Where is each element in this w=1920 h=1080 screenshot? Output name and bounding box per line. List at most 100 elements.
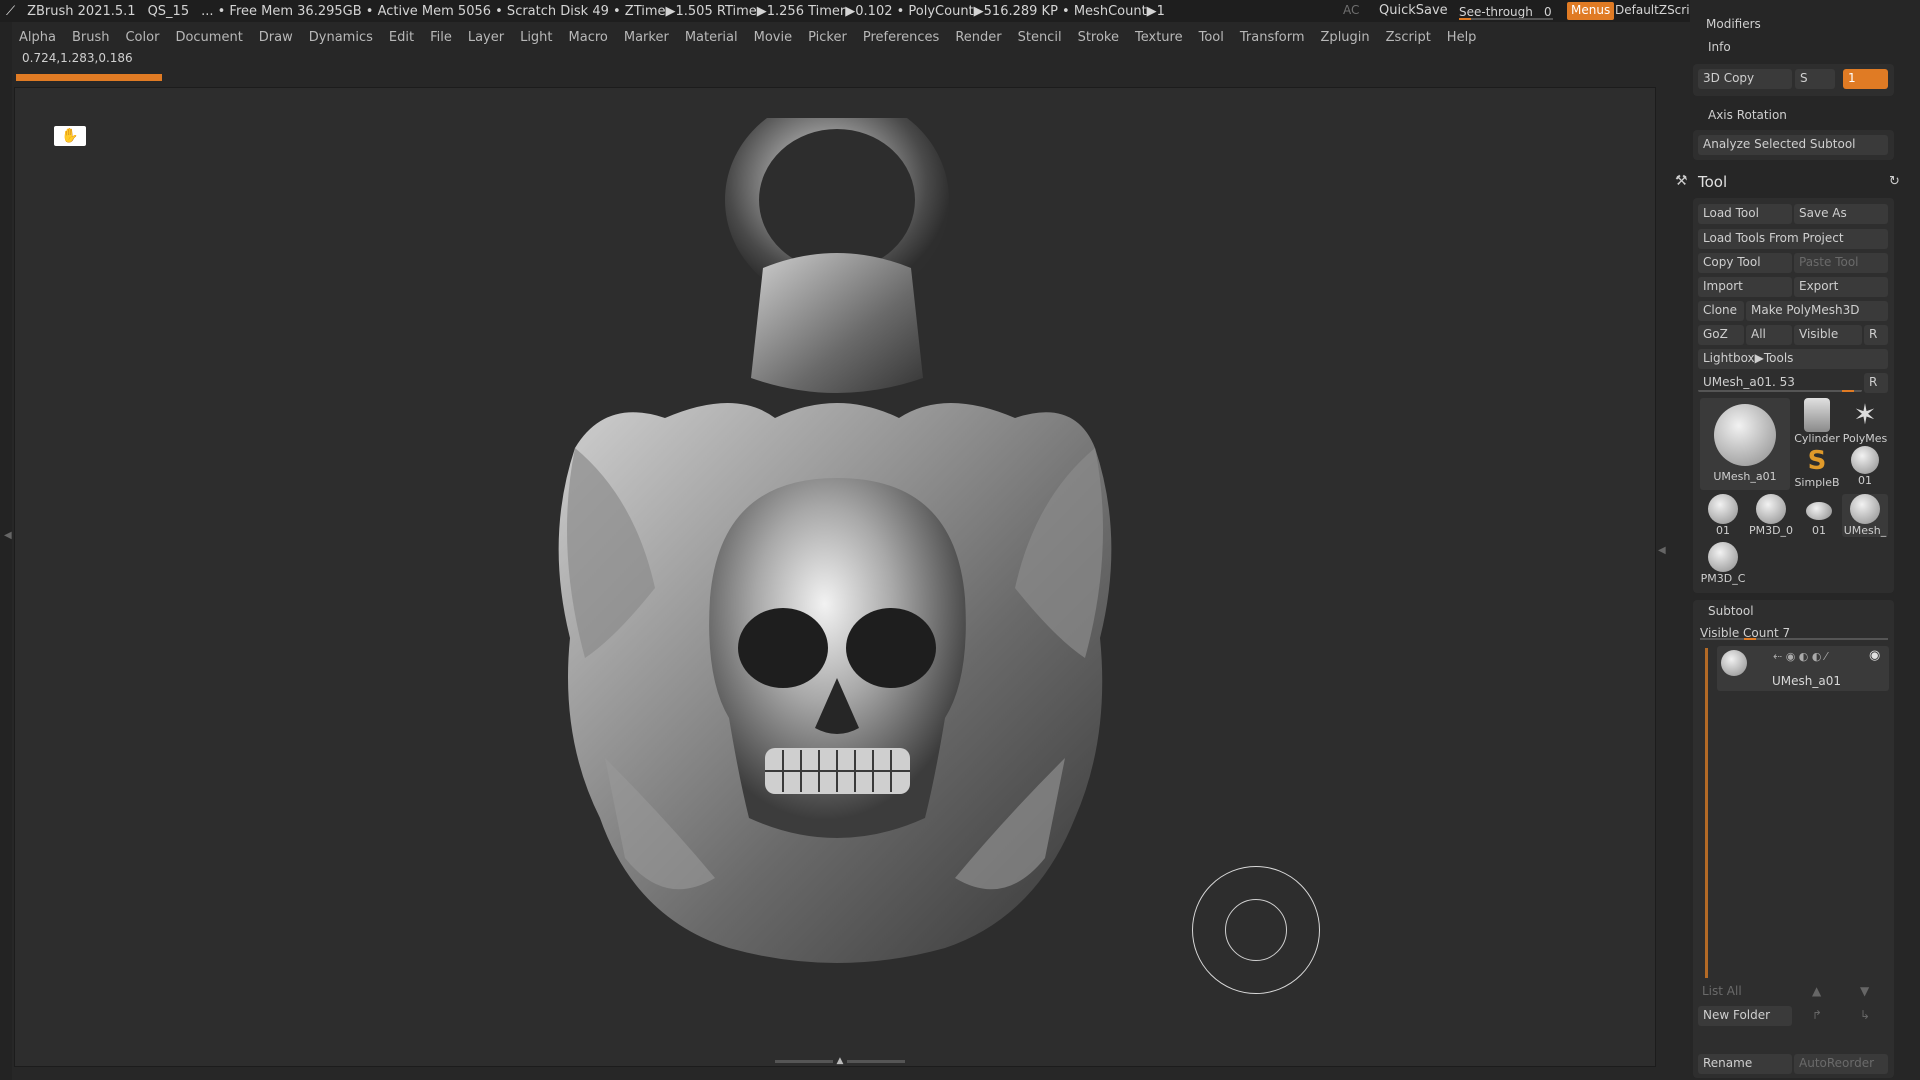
menu-document[interactable]: Document — [168, 30, 251, 45]
goz-r-button[interactable]: R — [1864, 325, 1888, 345]
skull-thumb-icon — [1850, 494, 1880, 524]
menu-draw[interactable]: Draw — [252, 30, 302, 45]
quicksave-button[interactable]: QuickSave — [1379, 3, 1448, 18]
thumb-label: SimpleB — [1794, 476, 1840, 489]
refresh-icon[interactable]: ↻ — [1889, 174, 1900, 189]
s-field-label: S — [1795, 69, 1835, 89]
visible-count-slider[interactable]: Visible Count 7 — [1700, 622, 1888, 640]
menu-zplugin[interactable]: Zplugin — [1314, 30, 1379, 45]
thumb-label: 01 — [1716, 524, 1730, 537]
eye-icon[interactable]: ◉ — [1869, 648, 1880, 663]
menu-material[interactable]: Material — [678, 30, 747, 45]
load-tool-button[interactable]: Load Tool — [1698, 204, 1792, 224]
menu-color[interactable]: Color — [118, 30, 168, 45]
menu-macro[interactable]: Macro — [562, 30, 617, 45]
default-zscript-button[interactable]: DefaultZScript — [1615, 3, 1702, 17]
canvas-viewport[interactable]: ✋ ▲ — [14, 87, 1656, 1067]
autoreorder-button[interactable]: AutoReorder — [1794, 1054, 1888, 1074]
menu-dynamics[interactable]: Dynamics — [302, 30, 382, 45]
menu-stroke[interactable]: Stroke — [1071, 30, 1128, 45]
import-button[interactable]: Import — [1698, 277, 1792, 297]
cursor-coordinates: 0.724,1.283,0.186 — [22, 51, 133, 65]
zbrush-logo-icon[interactable]: ⟋ — [0, 4, 21, 19]
menu-brush[interactable]: Brush — [65, 30, 119, 45]
menu-preferences[interactable]: Preferences — [856, 30, 948, 45]
thumb-label: UMesh_ — [1843, 524, 1887, 537]
load-tools-from-project-button[interactable]: Load Tools From Project — [1698, 229, 1888, 249]
bottom-tray-toggle[interactable]: ▲ — [775, 1056, 906, 1066]
current-tool-r-button[interactable]: R — [1864, 373, 1888, 393]
lightbox-tools-button[interactable]: Lightbox▶Tools — [1698, 349, 1888, 369]
list-all-button[interactable]: List All — [1702, 984, 1742, 998]
tool-thumb-01c[interactable]: 01 — [1796, 494, 1842, 537]
menu-tool[interactable]: Tool — [1192, 30, 1233, 45]
menu-picker[interactable]: Picker — [801, 30, 856, 45]
axis-rotation-label[interactable]: Axis Rotation — [1708, 108, 1787, 122]
left-tray-arrow-icon[interactable]: ◀ — [4, 530, 12, 541]
simplebrush-icon: S — [1807, 446, 1827, 476]
paste-tool-button[interactable]: Paste Tool — [1794, 253, 1888, 273]
menu-layer[interactable]: Layer — [461, 30, 513, 45]
floor-grid-icon[interactable]: ✋ — [54, 126, 86, 146]
menu-help[interactable]: Help — [1440, 30, 1486, 45]
move-down-icon[interactable]: ▼ — [1860, 984, 1869, 998]
goz-visible-button[interactable]: Visible — [1794, 325, 1862, 345]
modifiers-label[interactable]: Modifiers — [1706, 17, 1761, 31]
menu-transform[interactable]: Transform — [1233, 30, 1314, 45]
s-value-input[interactable]: 1 — [1843, 69, 1888, 89]
clone-button[interactable]: Clone — [1698, 301, 1744, 321]
tool-palette-title[interactable]: Tool — [1698, 173, 1727, 191]
see-through-slider[interactable]: See-through 0 — [1459, 1, 1553, 21]
navigation-gizmo[interactable] — [1192, 866, 1320, 994]
star-icon: ✶ — [1853, 398, 1877, 431]
copy-tool-button[interactable]: Copy Tool — [1698, 253, 1792, 273]
menu-render[interactable]: Render — [948, 30, 1010, 45]
menu-edit[interactable]: Edit — [382, 30, 423, 45]
move-up-icon[interactable]: ▲ — [1812, 984, 1821, 998]
ac-indicator[interactable]: AC — [1343, 3, 1359, 17]
tool-thumb-01a[interactable]: 01 — [1842, 446, 1888, 487]
tool-thumb-polymesh[interactable]: ✶ PolyMes — [1842, 398, 1888, 445]
save-as-button[interactable]: Save As — [1794, 204, 1888, 224]
menu-alpha[interactable]: Alpha — [12, 30, 65, 45]
subtool-item-controls-icon[interactable]: ⇠ ◉ ◐ ◐ ⁄ — [1773, 650, 1827, 663]
skull-pendant-model[interactable] — [515, 118, 1195, 1058]
menu-file[interactable]: File — [423, 30, 461, 45]
tool-thumb-umesh[interactable]: UMesh_a01 — [1700, 398, 1790, 490]
hammer-icon: ⚒ — [1675, 173, 1688, 189]
tool-thumb-umesh2[interactable]: UMesh_ — [1842, 494, 1888, 537]
goz-button[interactable]: GoZ — [1698, 325, 1744, 345]
mesh-thumb-icon — [1851, 446, 1879, 474]
make-polymesh3d-button[interactable]: Make PolyMesh3D — [1746, 301, 1888, 321]
status-stats: ... • Free Mem 36.295GB • Active Mem 505… — [201, 3, 1165, 19]
subtool-scrollbar[interactable] — [1705, 648, 1708, 978]
subtool-title[interactable]: Subtool — [1708, 604, 1754, 618]
tool-thumb-01b[interactable]: 01 — [1700, 494, 1746, 537]
rename-button[interactable]: Rename — [1698, 1054, 1792, 1074]
menus-toggle[interactable]: Menus — [1567, 2, 1615, 20]
current-tool-slider[interactable]: UMesh_a01. 53 — [1698, 373, 1862, 393]
progress-bar — [16, 74, 162, 81]
menu-texture[interactable]: Texture — [1128, 30, 1192, 45]
goz-all-button[interactable]: All — [1746, 325, 1792, 345]
tool-thumb-cylinder[interactable]: Cylinder — [1794, 398, 1840, 445]
tool-thumb-pm3d0[interactable]: PM3D_0 — [1748, 494, 1794, 537]
thumb-label: Cylinder — [1794, 432, 1840, 445]
export-button[interactable]: Export — [1794, 277, 1888, 297]
tool-thumb-simpleb[interactable]: S SimpleB — [1794, 446, 1840, 489]
cylinder-icon — [1804, 398, 1830, 432]
subtool-item-umesh[interactable]: ⇠ ◉ ◐ ◐ ⁄ ◉ UMesh_a01 — [1717, 646, 1889, 691]
new-folder-button[interactable]: New Folder — [1698, 1006, 1792, 1026]
folder-up-icon[interactable]: ↱ — [1812, 1008, 1822, 1022]
right-tray-arrow-icon[interactable]: ◀ — [1658, 545, 1666, 556]
3d-copy-button[interactable]: 3D Copy — [1698, 69, 1792, 89]
analyze-subtool-button[interactable]: Analyze Selected Subtool — [1698, 135, 1888, 155]
info-label[interactable]: Info — [1708, 40, 1731, 54]
tool-thumb-pm3dc[interactable]: PM3D_C — [1700, 542, 1746, 585]
folder-down-icon[interactable]: ↳ — [1860, 1008, 1870, 1022]
menu-marker[interactable]: Marker — [617, 30, 678, 45]
menu-movie[interactable]: Movie — [747, 30, 801, 45]
menu-zscript[interactable]: Zscript — [1379, 30, 1440, 45]
menu-stencil[interactable]: Stencil — [1011, 30, 1071, 45]
menu-light[interactable]: Light — [513, 30, 561, 45]
